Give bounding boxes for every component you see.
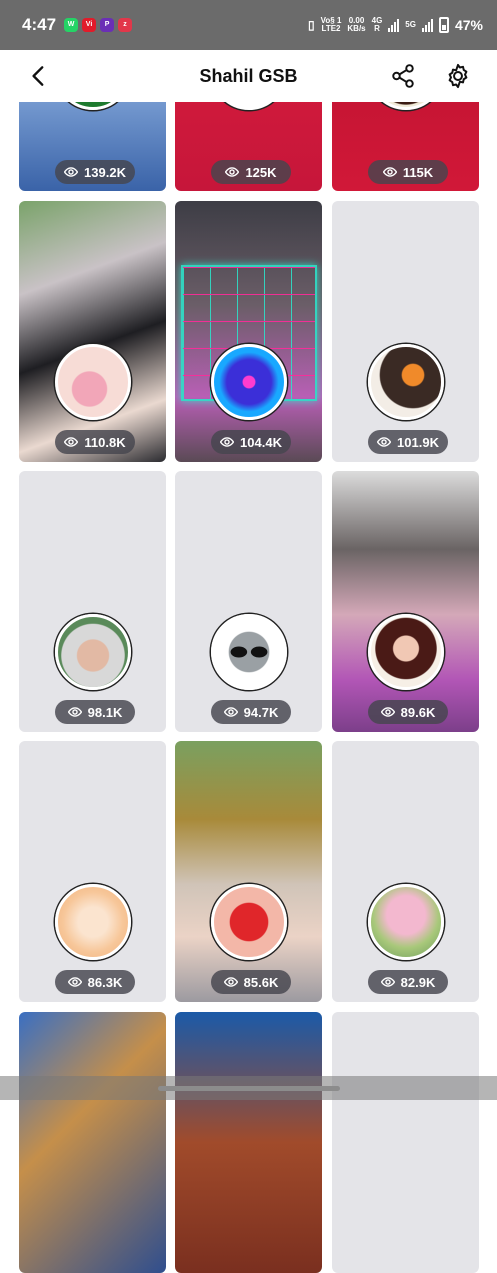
view-count: 89.6K [400,704,436,720]
page-title: Shahil GSB [199,65,298,86]
view-count: 86.3K [87,974,123,990]
view-count-badge: 125K [211,160,291,184]
lens-tile[interactable]: 86.3K [19,741,166,1002]
eye-icon [225,167,240,177]
lens-grid: 139.2K 125K 115K 110.8K 104.4K 101.9K 98… [0,0,497,1273]
battery-icon [438,17,449,33]
view-count: 115K [402,164,434,180]
lens-tile[interactable]: 85.6K [175,741,322,1002]
eye-icon [380,977,395,987]
view-count: 101.9K [397,434,439,450]
eye-icon [377,437,392,447]
view-count-badge: 94.7K [211,700,291,724]
home-indicator[interactable] [158,1086,340,1091]
share-icon[interactable] [390,63,416,89]
status-bar: 4:47 W Vi P z ▯ Vo§ 1 LTE2 0.00 KB/s 4G R 5… [0,0,497,50]
lens-tile[interactable]: 104.4K [175,201,322,462]
lens-tile[interactable]: 82.9K [332,741,479,1002]
signal-strength-icon [421,18,433,32]
eye-icon [223,707,238,717]
data-speed: 0.00 KB/s [347,16,366,33]
lens-tile[interactable]: 89.6K [332,471,479,732]
signal-4g-label: 4G R [371,16,383,33]
whatsapp-icon: W [64,18,79,32]
view-count-badge: 101.9K [368,430,448,454]
lens-thumbnail [55,884,131,960]
network-label: Vo§ 1 LTE2 [320,16,342,33]
view-count: 94.7K [243,704,279,720]
vi-app-icon: Vi [82,18,97,32]
status-time: 4:47 [22,15,57,34]
gear-icon[interactable] [444,62,472,90]
vibrate-icon: ▯ [308,18,315,32]
view-count-badge: 139.2K [55,160,135,184]
view-count-badge: 110.8K [55,430,135,454]
view-count-badge: 115K [368,160,448,184]
lens-tile[interactable] [175,1012,322,1273]
lens-thumbnail [368,344,444,420]
view-count: 139.2K [84,164,126,180]
lens-thumbnail [368,884,444,960]
lens-thumbnail [211,344,287,420]
view-count: 104.4K [240,434,282,450]
lens-thumbnail [55,344,131,420]
lens-thumbnail [55,614,131,690]
signal-5g-label: 5G [405,20,416,29]
lens-thumbnail [211,614,287,690]
eye-icon [220,437,235,447]
view-count: 125K [245,164,277,180]
top-app-bar: Shahil GSB [0,50,497,102]
eye-icon [380,707,395,717]
view-count: 110.8K [84,434,126,450]
lens-thumbnail [368,614,444,690]
view-count: 98.1K [87,704,123,720]
view-count: 82.9K [400,974,436,990]
lens-thumbnail [211,884,287,960]
status-indicators: ▯ Vo§ 1 LTE2 0.00 KB/s 4G R 5G 47% [308,17,483,33]
lens-tile[interactable]: 98.1K [19,471,166,732]
eye-icon [382,167,397,177]
lens-tile[interactable] [19,1012,166,1273]
view-count-badge: 104.4K [211,430,291,454]
chevron-left-icon[interactable] [26,63,52,89]
lens-tile[interactable]: 101.9K [332,201,479,462]
signal-strength-icon [388,18,400,32]
view-count-badge: 98.1K [55,700,135,724]
eye-icon [67,977,82,987]
view-count: 85.6K [243,974,279,990]
zomato-icon: z [118,18,133,32]
lens-tile[interactable]: 110.8K [19,201,166,462]
view-count-badge: 82.9K [368,970,448,994]
eye-icon [223,977,238,987]
battery-percent: 47% [454,17,483,33]
view-count-badge: 89.6K [368,700,448,724]
lens-tile[interactable] [332,1012,479,1273]
lens-tile[interactable]: 94.7K [175,471,322,732]
eye-icon [64,167,79,177]
view-count-badge: 85.6K [211,970,291,994]
view-count-badge: 86.3K [55,970,135,994]
eye-icon [64,437,79,447]
eye-icon [67,707,82,717]
phonepe-icon: P [100,18,115,32]
